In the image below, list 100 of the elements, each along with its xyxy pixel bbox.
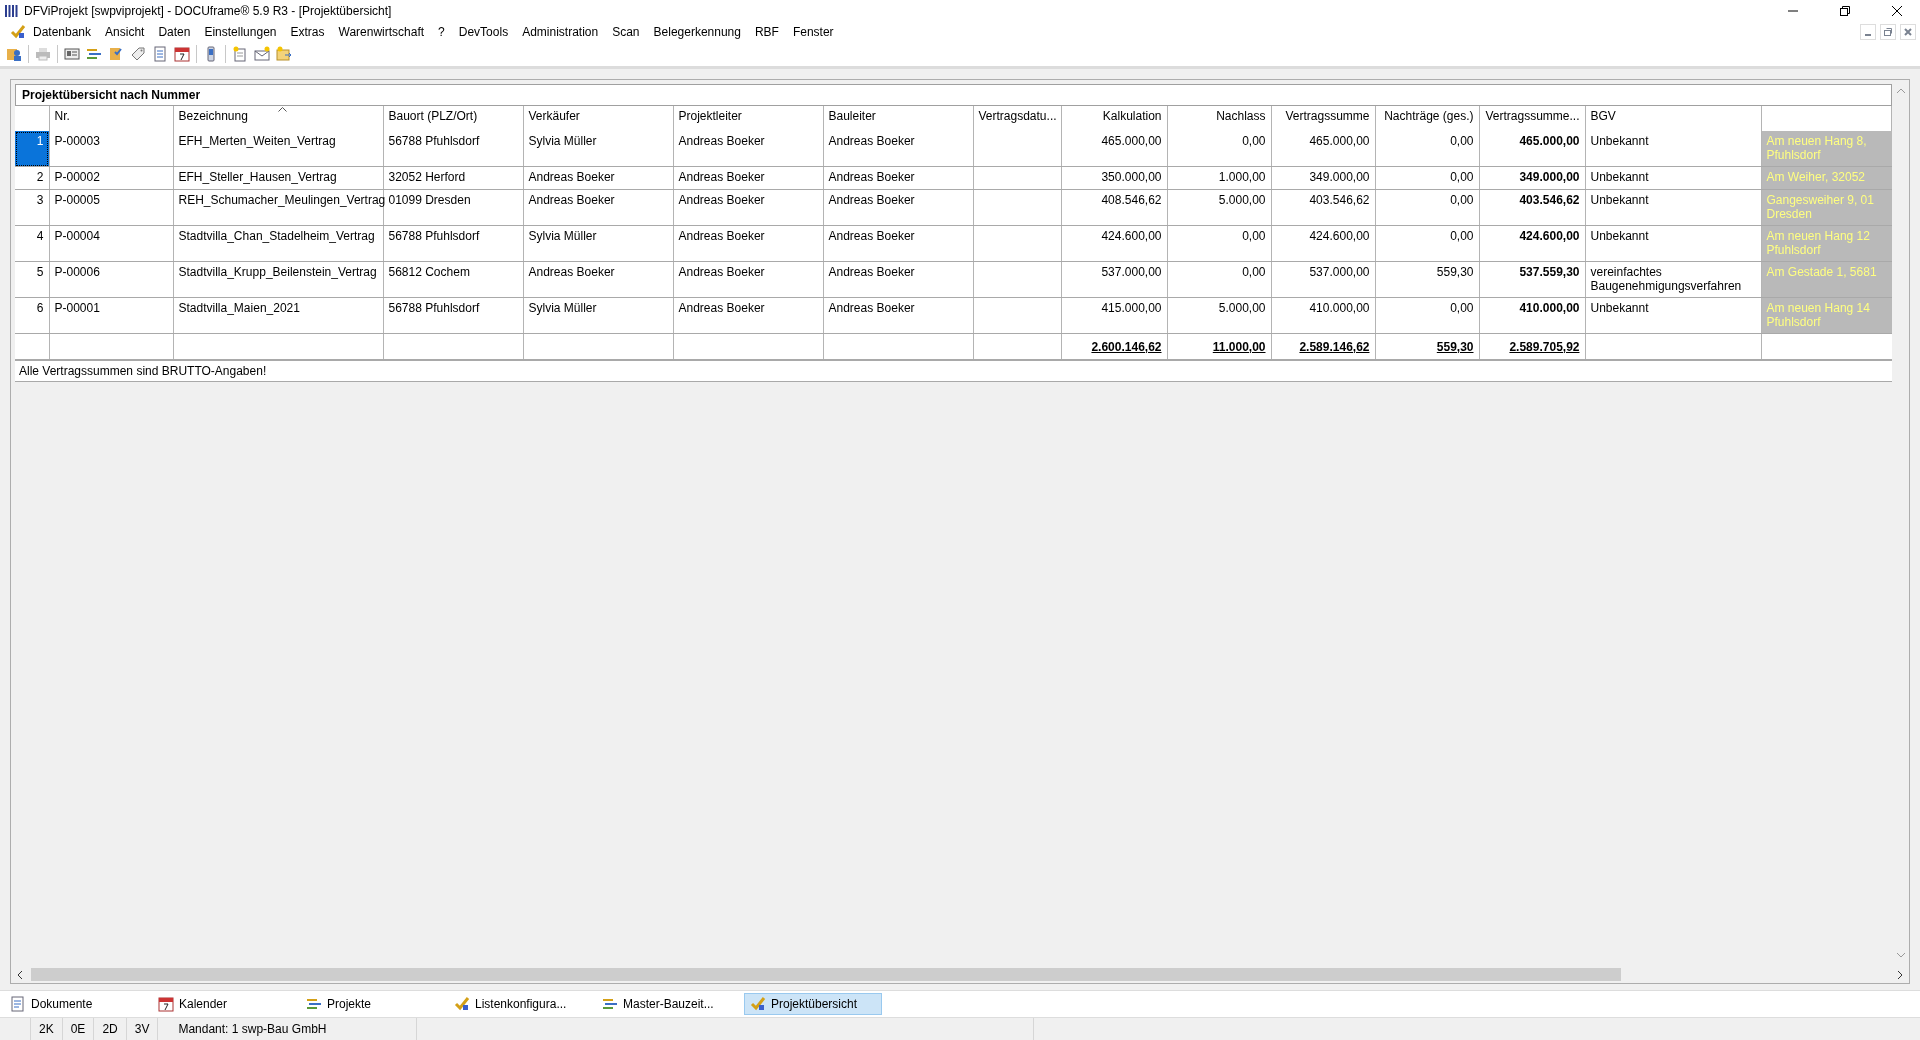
menu-item[interactable]: Daten — [151, 25, 198, 39]
table-cell: 424.600,00 — [1061, 225, 1167, 262]
table-cell: Gangesweiher 9, 01 Dresden — [1761, 189, 1892, 226]
document-icon[interactable] — [152, 46, 168, 62]
table-cell: 0,00 — [1375, 297, 1479, 334]
menu-item[interactable]: Datenbank — [26, 25, 99, 39]
table-cell: 410.000,00 — [1271, 297, 1375, 334]
table-cell: 0,00 — [1375, 225, 1479, 262]
sort-caret-icon — [278, 107, 287, 112]
table-cell: 410.000,00 — [1479, 297, 1585, 334]
row-header[interactable]: 4 — [15, 225, 49, 262]
table-cell: 1.000,00 — [1167, 166, 1271, 190]
calendar-icon[interactable] — [174, 46, 190, 62]
table-cell: 56788 Pfuhlsdorf — [383, 297, 523, 334]
table-cell: Andreas Boeker — [523, 166, 673, 190]
total-value: 11.000,00 — [1212, 340, 1266, 354]
window-title: DFViProjekt [swpviprojekt] - DOCUframe® 5.9 R3 - [Projektübersicht] — [24, 4, 392, 18]
table-cell: 350.000,00 — [1061, 166, 1167, 190]
menu-item[interactable]: Ansicht — [98, 25, 152, 39]
column-header[interactable]: Bezeichnung — [173, 106, 383, 131]
table-cell: Unbekannt — [1585, 297, 1761, 334]
column-header[interactable]: Vertragssumme... — [1479, 106, 1585, 131]
menu-item[interactable]: Administration — [515, 25, 606, 39]
table-cell: 465.000,00 — [1271, 131, 1375, 167]
menu-item[interactable]: RBF — [747, 25, 786, 39]
column-header[interactable]: Projektleiter — [673, 106, 823, 131]
users-icon[interactable] — [6, 46, 22, 62]
new-mail-icon[interactable] — [254, 46, 270, 62]
table-cell: Andreas Boeker — [523, 189, 673, 226]
menu-item[interactable]: Scan — [605, 25, 647, 39]
window-tab[interactable]: Projekte — [300, 993, 438, 1015]
row-header[interactable]: 1 — [15, 131, 49, 167]
window-tab[interactable]: Master-Bauzeit... — [596, 993, 734, 1015]
column-header[interactable]: Kalkulation — [1061, 106, 1167, 131]
table-cell: EFH_Merten_Weiten_Vertrag — [173, 131, 383, 167]
menu-item[interactable]: Einstellungen — [197, 25, 284, 39]
column-header[interactable]: Bauort (PLZ/Ort) — [383, 106, 523, 131]
column-header[interactable]: Nachlass — [1167, 106, 1271, 131]
scroll-right-icon[interactable] — [1897, 969, 1903, 980]
column-header[interactable]: Vertragssumme — [1271, 106, 1375, 131]
table-cell: Am neuen Hang 12 Pfuhlsdorf — [1761, 225, 1892, 262]
column-header[interactable]: Nachträge (ges.) — [1375, 106, 1479, 131]
table-cell: Sylvia Müller — [523, 131, 673, 167]
table-cell: 559,30 — [1375, 261, 1479, 298]
table-cell: 0,00 — [1375, 166, 1479, 190]
table-cell: 0,00 — [1167, 261, 1271, 298]
table-cell: Stadtvilla_Krupp_Beilenstein_Vertrag — [173, 261, 383, 298]
row-header[interactable]: 2 — [15, 166, 49, 190]
table-cell: 0,00 — [1375, 131, 1479, 167]
status-text: 0E — [62, 1018, 95, 1040]
table-cell: 537.559,30 — [1479, 261, 1585, 298]
scroll-left-icon[interactable] — [17, 969, 23, 980]
window-tab[interactable]: Dokumente — [4, 993, 142, 1015]
new-folder-icon[interactable] — [276, 46, 292, 62]
minimize-icon[interactable] — [1860, 24, 1876, 40]
calendar-icon — [158, 996, 174, 1012]
id-card-icon[interactable] — [64, 46, 80, 62]
status-text: 2K — [31, 1018, 63, 1040]
table-cell: Andreas Boeker — [673, 189, 823, 226]
row-header[interactable]: 3 — [15, 189, 49, 226]
new-document-icon[interactable] — [232, 46, 248, 62]
check-icon — [10, 24, 26, 40]
column-header[interactable]: Verkäufer — [523, 106, 673, 131]
table-cell: Unbekannt — [1585, 225, 1761, 262]
table-cell: Am neuen Hang 14 Pfuhlsdorf — [1761, 297, 1892, 334]
scroll-up-icon[interactable] — [1895, 88, 1906, 94]
menu-item[interactable]: Warenwirtschaft — [331, 25, 432, 39]
row-header[interactable]: 5 — [15, 261, 49, 298]
table-cell: 0,00 — [1167, 225, 1271, 262]
column-header[interactable]: Nr. — [49, 106, 173, 131]
row-header[interactable]: 6 — [15, 297, 49, 334]
table-cell: Andreas Boeker — [673, 131, 823, 167]
table-cell: 5.000,00 — [1167, 297, 1271, 334]
table-cell: 0,00 — [1167, 131, 1271, 167]
app-icon — [4, 4, 18, 18]
table-cell: 408.546,62 — [1061, 189, 1167, 226]
check-icon — [454, 996, 470, 1012]
window-tab[interactable]: Kalender — [152, 993, 290, 1015]
scroll-down-icon[interactable] — [1895, 952, 1906, 958]
table-cell: 424.600,00 — [1271, 225, 1375, 262]
column-header[interactable]: Vertragsdatu... — [973, 106, 1061, 131]
menu-item[interactable]: ? — [431, 25, 452, 39]
close-icon[interactable] — [1900, 24, 1916, 40]
tag-icon[interactable] — [130, 46, 146, 62]
column-header[interactable]: BGV — [1585, 106, 1761, 131]
column-header[interactable]: Bauleiter — [823, 106, 973, 131]
table-cell: Andreas Boeker — [823, 166, 973, 190]
list-icon[interactable] — [86, 46, 102, 62]
window-tab[interactable]: Listenkonfigura... — [448, 993, 586, 1015]
table-cell: Am Gestade 1, 5681 — [1761, 261, 1892, 298]
menu-item[interactable]: Extras — [283, 25, 332, 39]
scrollbar-thumb[interactable] — [31, 968, 1621, 981]
folder-icon[interactable] — [108, 46, 124, 62]
menu-item[interactable]: DevTools — [451, 25, 516, 39]
table-cell: 5.000,00 — [1167, 189, 1271, 226]
menu-item[interactable]: Fenster — [785, 25, 841, 39]
table-cell: 465.000,00 — [1479, 131, 1585, 167]
table-cell: 537.000,00 — [1061, 261, 1167, 298]
menu-item[interactable]: Belegerkennung — [646, 25, 748, 39]
window-tab[interactable]: Projektübersicht — [744, 993, 882, 1015]
